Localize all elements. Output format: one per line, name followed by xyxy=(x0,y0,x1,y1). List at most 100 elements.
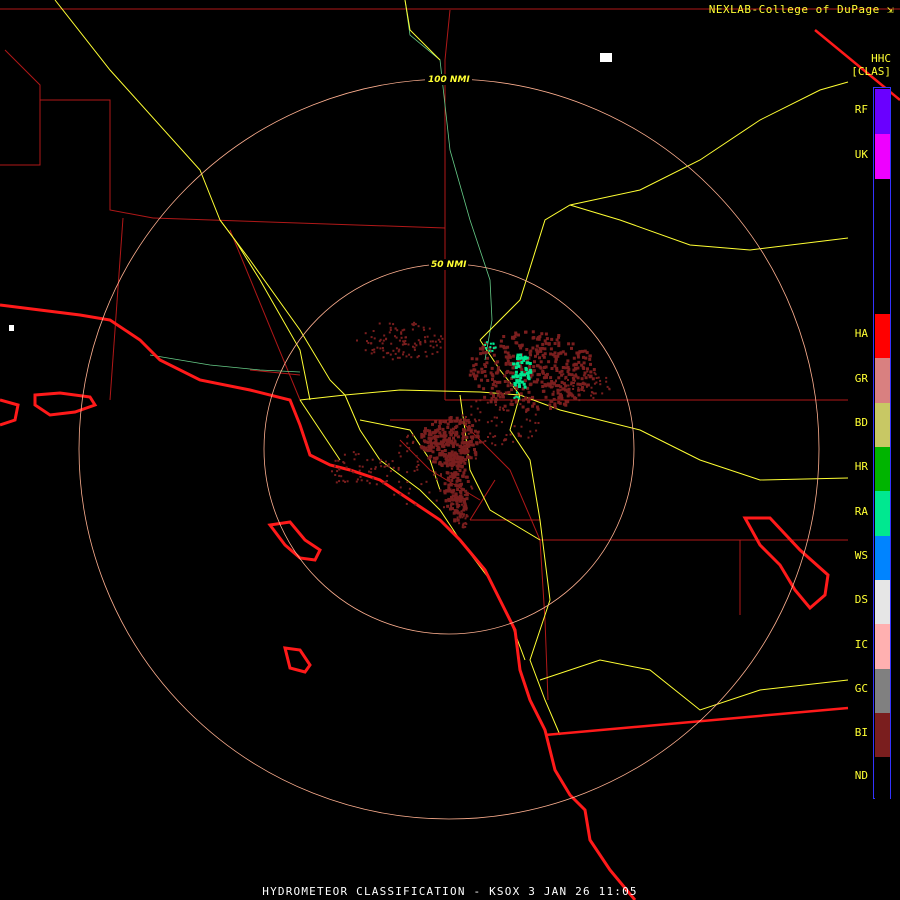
echo-pixel xyxy=(484,440,487,442)
echo-pixel xyxy=(428,446,432,450)
echo-pixel xyxy=(473,450,477,454)
echo-pixel xyxy=(408,447,411,449)
echo-pixel xyxy=(532,380,536,384)
echo-pixel xyxy=(605,376,608,379)
echo-pixel xyxy=(556,388,560,392)
echo-pixel xyxy=(570,383,573,386)
echo-pixel xyxy=(561,350,565,354)
echo-pixel xyxy=(478,440,482,444)
echo-pixel xyxy=(441,337,444,340)
legend-label-gr: GR xyxy=(854,371,868,385)
echo-pixel xyxy=(456,517,459,520)
echo-pixel xyxy=(580,377,584,381)
echo-pixel xyxy=(431,445,435,449)
echo-pixel xyxy=(567,384,570,387)
echo-pixel xyxy=(513,425,516,428)
echo-pixel xyxy=(417,464,420,466)
echo-pixel xyxy=(565,362,569,366)
echo-pixel xyxy=(560,369,564,373)
echo-pixel xyxy=(360,479,363,482)
echo-pixel xyxy=(440,474,442,477)
echo-pixel xyxy=(490,420,493,423)
echo-pixel xyxy=(595,377,598,379)
legend-swatch-ha xyxy=(875,314,890,358)
echo-pixel xyxy=(499,406,502,409)
echo-pixel xyxy=(336,470,339,473)
echo-pixel xyxy=(463,513,465,516)
echo-pixel xyxy=(454,460,458,464)
echo-pixel xyxy=(495,371,499,375)
echo-pixel xyxy=(445,461,449,465)
echo-pixel xyxy=(338,480,341,483)
echo-pixel xyxy=(465,514,468,516)
echo-pixel xyxy=(495,397,498,400)
echo-pixel xyxy=(423,328,426,331)
echo-pixel xyxy=(520,361,524,364)
echo-pixel xyxy=(475,400,478,403)
echo-pixel xyxy=(557,335,560,339)
echo-pixel xyxy=(355,480,358,483)
echo-pixel xyxy=(385,338,387,341)
echo-pixel xyxy=(572,376,575,379)
echo-pixel xyxy=(557,352,561,356)
legend-swatch-nd xyxy=(875,757,890,799)
echo-pixel xyxy=(446,504,450,508)
echo-pixel xyxy=(550,367,554,370)
echo-pixel xyxy=(483,395,487,399)
echo-pixel xyxy=(370,467,373,470)
echo-pixel xyxy=(552,390,555,393)
echo-pixel xyxy=(484,351,488,354)
echo-pixel xyxy=(471,487,474,490)
echo-pixel xyxy=(537,373,541,377)
echo-pixel xyxy=(464,419,467,422)
echo-pixel xyxy=(399,493,402,496)
echo-pixel xyxy=(543,366,546,369)
echo-pixel xyxy=(494,384,498,388)
echo-pixel xyxy=(449,507,452,511)
echo-pixel xyxy=(397,468,400,471)
echo-pixel xyxy=(410,356,413,359)
echo-pixel xyxy=(540,380,544,384)
county-boundaries xyxy=(0,8,900,701)
echo-pixel xyxy=(532,365,536,369)
islands xyxy=(0,391,830,674)
echo-pixel xyxy=(371,349,374,351)
echo-pixel xyxy=(411,434,414,437)
echo-pixel xyxy=(567,379,569,381)
echo-pixel xyxy=(489,391,493,395)
echo-pixel xyxy=(420,483,423,486)
echo-pixel xyxy=(548,384,552,388)
echo-pixel xyxy=(431,352,434,355)
echo-pixel xyxy=(474,420,477,423)
echo-pixel xyxy=(528,365,532,368)
echo-pixel xyxy=(465,444,469,448)
echo-pixel xyxy=(434,471,437,474)
echo-pixel xyxy=(543,339,547,343)
echo-pixel xyxy=(556,391,560,395)
echo-pixel xyxy=(501,443,504,446)
echo-pixel xyxy=(570,346,573,350)
echo-pixel xyxy=(449,428,453,432)
echo-pixel xyxy=(475,442,479,446)
echo-pixel xyxy=(337,459,340,462)
echo-pixel xyxy=(465,497,469,501)
echo-pixel xyxy=(584,376,588,380)
echo-pixel xyxy=(463,499,466,503)
echo-pixel xyxy=(413,348,416,351)
echo-pixel xyxy=(566,366,570,369)
echo-pixel xyxy=(477,430,480,433)
echo-pixel xyxy=(489,342,492,345)
echo-pixel xyxy=(496,390,499,394)
legend-swatch-bi xyxy=(875,713,890,757)
echo-pixel xyxy=(446,426,450,429)
echo-pixel xyxy=(417,339,420,342)
echo-pixel xyxy=(536,336,540,340)
echo-pixel xyxy=(505,371,509,374)
echo-pixel xyxy=(589,362,592,366)
echo-pixel xyxy=(476,435,480,439)
echo-pixel xyxy=(458,469,462,472)
echo-pixel xyxy=(462,428,465,432)
echo-pixel xyxy=(489,371,493,375)
echo-pixel xyxy=(461,414,464,417)
echo-pixel xyxy=(520,435,522,438)
